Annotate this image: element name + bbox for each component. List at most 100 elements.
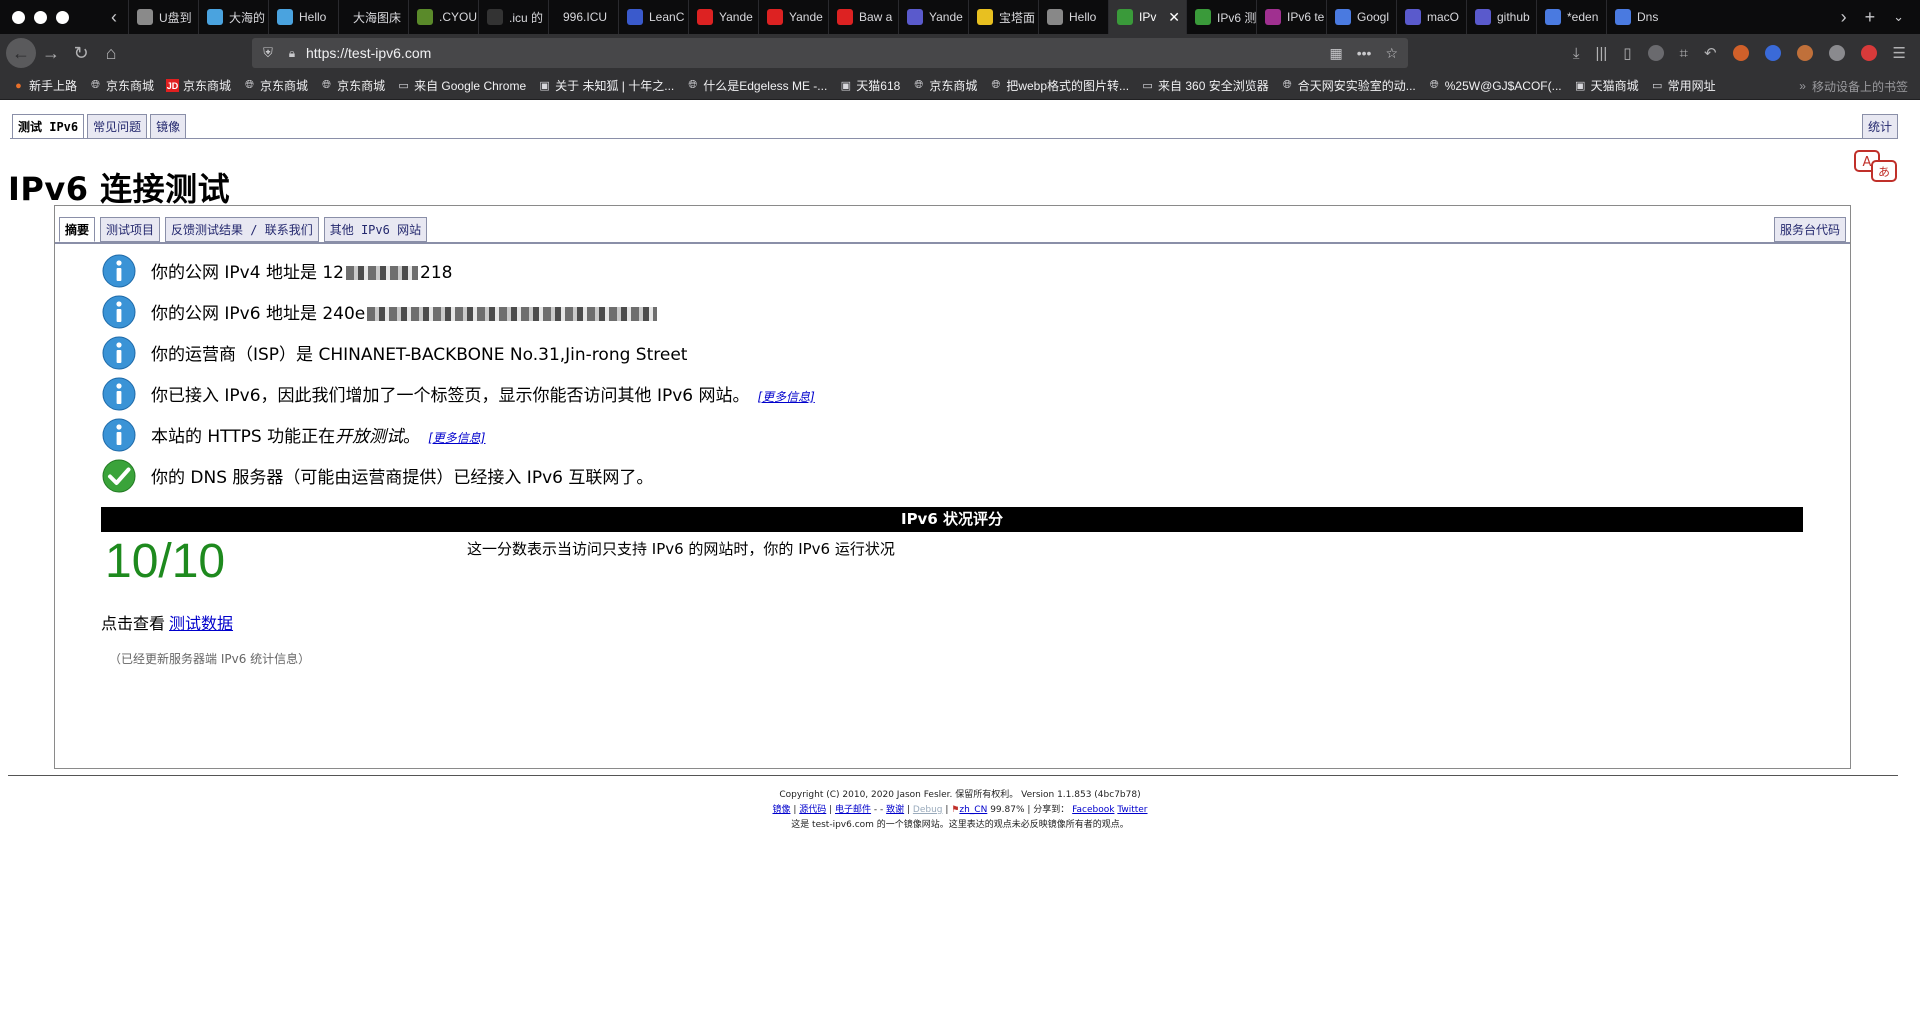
bookmark-item[interactable]: 🌐︎ 把webp格式的图片转...	[989, 77, 1129, 94]
browser-tab[interactable]: 大海图床	[338, 0, 408, 34]
url-bar[interactable]: ⛨ 🔒︎ https://test-ipv6.com ▦ ••• ☆	[252, 38, 1408, 68]
browser-tab[interactable]: U盘到	[128, 0, 198, 34]
globe-icon: 🌐︎	[245, 79, 254, 91]
screenshot-icon[interactable]: ⌗	[1680, 45, 1688, 62]
scroll-tabs-right-icon[interactable]: ›	[1841, 7, 1847, 28]
bookmark-item[interactable]: 🌐︎ 什么是Edgeless ME -...	[686, 77, 827, 94]
footer-link-debug[interactable]: Debug	[913, 805, 943, 815]
footer-link-source[interactable]: 源代码	[799, 805, 826, 815]
notification-extension-icon[interactable]	[1860, 45, 1877, 61]
tab-favicon-icon	[1335, 9, 1351, 25]
info-icon	[101, 376, 137, 412]
browser-tab[interactable]: .CYOU	[408, 0, 478, 34]
forward-button[interactable]: →	[36, 38, 66, 68]
bookmark-item[interactable]: ▭ 来自 360 安全浏览器	[1141, 77, 1268, 94]
bookmark-item[interactable]: 🌐︎ 合天网安实验室的动...	[1281, 77, 1416, 94]
browser-tab[interactable]: 宝塔面	[968, 0, 1038, 34]
fox-extension-icon[interactable]	[1732, 45, 1749, 61]
footer-link-mirrors[interactable]: 镜像	[772, 805, 790, 815]
page-actions-icon[interactable]: •••	[1357, 45, 1372, 62]
tab-stats[interactable]: 统计	[1861, 114, 1898, 139]
tab-test-ipv6[interactable]: 测试 IPv6	[12, 114, 85, 139]
test-data-prefix: 点击查看	[101, 614, 166, 633]
browser-tab[interactable]: .icu 的	[478, 0, 548, 34]
share-facebook-link[interactable]: Facebook	[1072, 805, 1114, 815]
maximize-window-button[interactable]	[56, 10, 69, 24]
more-info-link[interactable]: [更多信息]	[428, 431, 485, 445]
tab-summary[interactable]: 摘要	[59, 217, 96, 242]
tab-mirrors[interactable]: 镜像	[150, 114, 187, 139]
tab-label: Baw a	[859, 10, 893, 24]
minimize-window-button[interactable]	[34, 10, 47, 24]
bookmark-item[interactable]: 🌐︎ 京东商城	[89, 77, 154, 94]
flame-extension-icon[interactable]	[1796, 45, 1813, 61]
mobile-bookmarks-folder[interactable]: 移动设备上的书签	[1812, 78, 1908, 95]
bookmark-star-icon[interactable]: ☆	[1385, 45, 1398, 62]
bookmark-item[interactable]: ▭ 来自 Google Chrome	[397, 77, 526, 94]
tab-other-ipv6-sites[interactable]: 其他 IPv6 网站	[323, 217, 428, 242]
tab-tests-run[interactable]: 测试项目	[100, 217, 161, 242]
browser-tab[interactable]: Hello	[268, 0, 338, 34]
more-info-link[interactable]: [更多信息]	[758, 390, 815, 404]
browser-tab[interactable]: Hello	[1038, 0, 1108, 34]
close-window-button[interactable]	[12, 10, 25, 24]
share-twitter-link[interactable]: Twitter	[1117, 805, 1147, 815]
tab-service-code[interactable]: 服务台代码	[1773, 217, 1846, 242]
sidebar-icon[interactable]: ▯	[1623, 44, 1631, 62]
browser-tab[interactable]: IPv6 te	[1256, 0, 1326, 34]
menu-icon[interactable]: ☰	[1893, 44, 1906, 62]
browser-tab[interactable]: 大海的	[198, 0, 268, 34]
tab-feedback[interactable]: 反馈测试结果 / 联系我们	[165, 217, 319, 242]
qr-code-icon[interactable]: ▦	[1329, 45, 1342, 62]
lock-icon[interactable]: 🔒︎	[282, 46, 302, 61]
bookmark-item[interactable]: 🌐︎ 京东商城	[243, 77, 308, 94]
footer-link-thanks[interactable]: 致谢	[886, 805, 904, 815]
bookmarks-overflow-icon[interactable]: »	[1799, 79, 1806, 93]
tab-label: Dns	[1637, 10, 1659, 24]
bookmark-item[interactable]: 🌐︎ 京东商城	[320, 77, 385, 94]
bookmark-item[interactable]: ▣ 关于 未知狐 | 十年之...	[538, 77, 674, 94]
extension-globe-icon[interactable]	[1647, 45, 1664, 61]
browser-tab[interactable]: Yande	[758, 0, 828, 34]
browser-tab[interactable]: github	[1466, 0, 1536, 34]
home-button[interactable]: ⌂	[96, 38, 126, 68]
library-icon[interactable]: |||	[1596, 45, 1608, 62]
browser-tab[interactable]: Yande	[898, 0, 968, 34]
onepassword-icon[interactable]	[1764, 45, 1781, 61]
browser-tab[interactable]: IPv ✕	[1108, 0, 1186, 34]
bookmark-item[interactable]: ▭ 常用网址	[1651, 77, 1716, 94]
bookmark-item[interactable]: 🌐︎ 京东商城	[912, 77, 977, 94]
abp-icon[interactable]	[1828, 45, 1845, 61]
bookmark-item[interactable]: 🌐︎ %25W@GJ$ACOF(...	[1428, 79, 1562, 93]
reload-button[interactable]: ↻	[66, 38, 96, 68]
browser-tab[interactable]: *eden	[1536, 0, 1606, 34]
browser-tab[interactable]: LeanC	[618, 0, 688, 34]
browser-tab[interactable]: Yande	[688, 0, 758, 34]
tracking-shield-icon[interactable]: ⛨	[254, 45, 282, 61]
list-all-tabs-icon[interactable]: ⌄	[1893, 9, 1904, 25]
tab-favicon-icon	[1117, 9, 1133, 25]
url-text[interactable]: https://test-ipv6.com	[306, 45, 1329, 61]
tab-faq[interactable]: 常见问题	[87, 114, 148, 139]
browser-tab[interactable]: macO	[1396, 0, 1466, 34]
browser-tab[interactable]: Dns	[1606, 0, 1676, 34]
bookmark-item[interactable]: ▣ 天猫618	[839, 77, 901, 94]
downloads-icon[interactable]: ⤓	[1573, 45, 1580, 62]
browser-tab[interactable]: Googl	[1326, 0, 1396, 34]
new-tab-icon[interactable]: +	[1865, 7, 1876, 28]
scroll-tabs-left-icon[interactable]: ‹	[100, 7, 128, 28]
bookmark-item[interactable]: ▣ 天猫商城	[1574, 77, 1639, 94]
browser-tab[interactable]: IPv6 测	[1186, 0, 1256, 34]
info-icon	[101, 417, 137, 453]
test-data-link[interactable]: 测试数据	[169, 614, 233, 633]
browser-tab[interactable]: 996.ICU	[548, 0, 618, 34]
translate-icon[interactable]: A あ	[1854, 150, 1898, 184]
close-tab-icon[interactable]: ✕	[1168, 9, 1180, 26]
browser-tab[interactable]: Baw a	[828, 0, 898, 34]
footer-link-email[interactable]: 电子邮件	[835, 805, 871, 815]
footer-link-locale[interactable]: zh_CN	[959, 805, 987, 815]
bookmark-item[interactable]: ● 新手上路	[12, 77, 77, 94]
bookmark-item[interactable]: JD 京东商城	[166, 77, 231, 94]
undo-icon[interactable]: ↶	[1704, 44, 1717, 62]
back-button[interactable]: ←	[6, 38, 36, 68]
